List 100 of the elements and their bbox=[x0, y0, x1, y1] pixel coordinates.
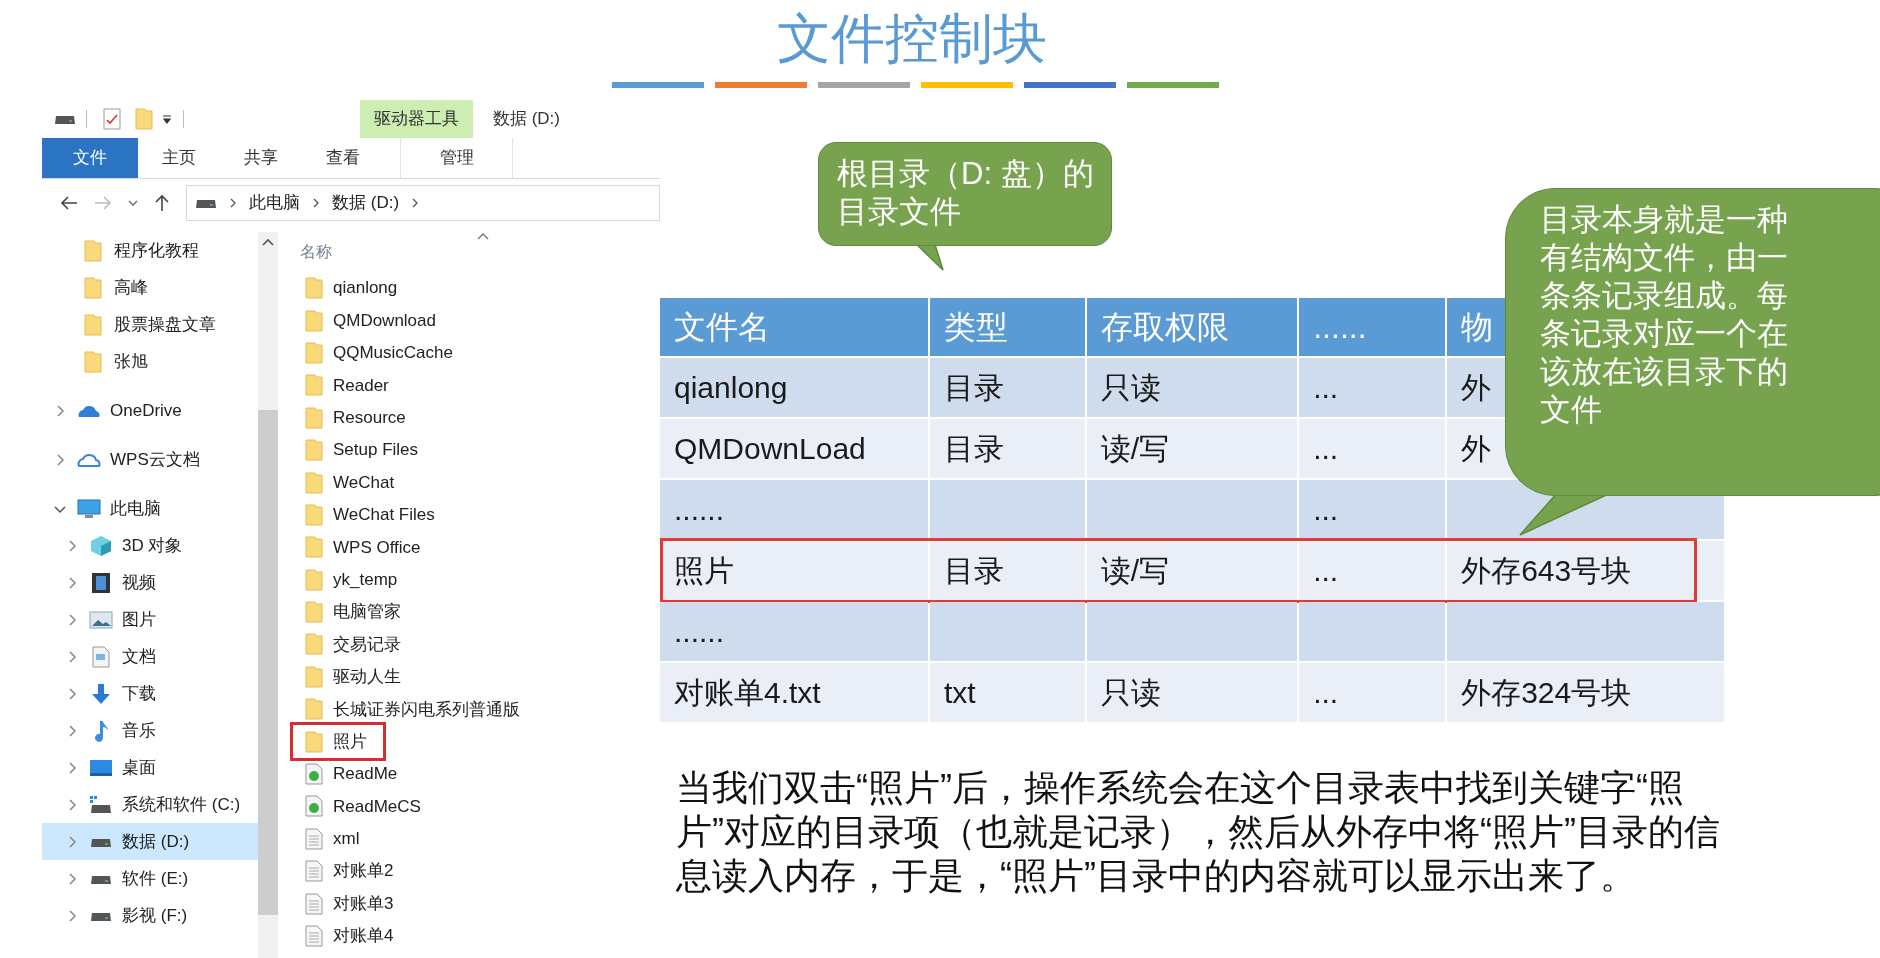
file-item[interactable]: QMDownload bbox=[300, 304, 660, 337]
file-item[interactable]: WeChat Files bbox=[300, 498, 660, 532]
ribbon-tab[interactable]: 主页 bbox=[138, 138, 220, 178]
nav-item[interactable]: 影视 (F:) bbox=[42, 897, 258, 934]
checklist-icon[interactable] bbox=[103, 108, 121, 130]
chevron-right-icon[interactable] bbox=[54, 453, 66, 466]
folder-icon bbox=[305, 341, 323, 364]
monitor-icon bbox=[77, 498, 101, 519]
nav-label: 高峰 bbox=[114, 276, 148, 299]
file-item[interactable]: ReadMe bbox=[300, 757, 660, 791]
chevron-right-icon[interactable] bbox=[66, 539, 78, 552]
folder-icon bbox=[135, 108, 153, 130]
folder-icon bbox=[305, 471, 323, 494]
file-item[interactable]: qianlong bbox=[300, 272, 660, 305]
file-item[interactable]: 对账单2 bbox=[300, 855, 660, 888]
breadcrumb[interactable]: 数据 (D:) bbox=[332, 190, 400, 216]
music-note-icon bbox=[92, 719, 110, 742]
file-item[interactable]: 长城证券闪电系列普通版 bbox=[300, 693, 660, 726]
file-item[interactable]: Setup Files bbox=[300, 433, 660, 467]
file-item[interactable]: 对账单4 bbox=[300, 919, 660, 953]
chevron-right-icon[interactable] bbox=[66, 798, 78, 811]
file-name: ReadMe bbox=[333, 763, 398, 786]
nav-item[interactable]: OneDrive bbox=[42, 392, 258, 429]
up-arrow-icon[interactable] bbox=[154, 194, 170, 212]
nav-item[interactable]: 张旭 bbox=[42, 343, 258, 380]
table-header-cell: 文件名 bbox=[660, 298, 928, 356]
nav-item[interactable]: 3D 对象 bbox=[42, 527, 258, 564]
nav-label: 影视 (F:) bbox=[122, 904, 188, 927]
chevron-right-icon[interactable] bbox=[66, 761, 78, 774]
chevron-down-icon[interactable] bbox=[128, 199, 138, 207]
file-item[interactable]: Reader bbox=[300, 369, 660, 402]
scrollbar-thumb[interactable] bbox=[258, 410, 278, 915]
ribbon-tab[interactable]: 共享 bbox=[220, 138, 302, 178]
nav-item[interactable]: 系统和软件 (C:) bbox=[42, 786, 258, 823]
download-arrow-icon bbox=[91, 682, 111, 705]
chevron-right-icon[interactable] bbox=[66, 872, 78, 885]
nav-item[interactable]: 视频 bbox=[42, 564, 258, 601]
chevron-right-icon[interactable] bbox=[66, 687, 78, 700]
table-cell: 读/写 bbox=[1086, 419, 1298, 478]
table-cell: 外存324号块 bbox=[1447, 663, 1724, 722]
folder-icon bbox=[305, 309, 323, 332]
file-item[interactable]: 对账单3 bbox=[300, 887, 660, 920]
nav-label: 此电脑 bbox=[110, 497, 161, 520]
nav-item[interactable]: 数据 (D:) bbox=[42, 823, 258, 860]
nav-item[interactable]: 文档 bbox=[42, 638, 258, 675]
nav-item[interactable]: 桌面 bbox=[42, 749, 258, 786]
text-file-icon bbox=[305, 827, 323, 850]
chevron-right-icon[interactable] bbox=[66, 909, 78, 922]
nav-item[interactable]: 高峰 bbox=[42, 269, 258, 306]
folder-icon bbox=[305, 568, 323, 591]
table-cell: ...... bbox=[660, 602, 928, 661]
file-item[interactable]: WPS Office bbox=[300, 531, 660, 564]
breadcrumb[interactable]: 此电脑 bbox=[249, 190, 300, 216]
ribbon-tab[interactable]: 查看 bbox=[302, 138, 384, 178]
ribbon-tab[interactable]: 管理 bbox=[400, 138, 513, 178]
file-item[interactable]: 照片 bbox=[293, 725, 383, 758]
dropdown-icon[interactable] bbox=[161, 113, 173, 125]
nav-item[interactable]: WPS云文档 bbox=[42, 441, 258, 478]
chevron-right-icon[interactable] bbox=[66, 650, 78, 663]
file-name: 对账单2 bbox=[333, 860, 394, 883]
column-header[interactable]: 名称 bbox=[300, 240, 332, 264]
nav-item[interactable]: 音乐 bbox=[42, 712, 258, 749]
nav-item[interactable]: 此电脑 bbox=[42, 490, 258, 527]
chevron-right-icon[interactable] bbox=[411, 198, 420, 208]
chevron-right-icon[interactable] bbox=[54, 404, 66, 417]
nav-label: 程序化教程 bbox=[114, 239, 199, 262]
nav-label: 软件 (E:) bbox=[122, 867, 189, 890]
file-item[interactable]: 电脑管家 bbox=[300, 595, 660, 629]
chevron-right-icon[interactable] bbox=[229, 198, 237, 208]
nav-item[interactable]: 图片 bbox=[42, 601, 258, 638]
file-name: xml bbox=[333, 828, 360, 851]
nav-label: OneDrive bbox=[110, 399, 182, 422]
forward-arrow-icon[interactable] bbox=[94, 195, 112, 211]
file-item[interactable]: WeChat bbox=[300, 466, 660, 499]
file-item[interactable]: 驱动人生 bbox=[300, 660, 660, 694]
back-arrow-icon[interactable] bbox=[60, 195, 78, 211]
file-item[interactable]: xml bbox=[300, 822, 660, 856]
chevron-right-icon[interactable] bbox=[66, 724, 78, 737]
chevron-right-icon[interactable] bbox=[66, 576, 78, 589]
address-bar[interactable]: 此电脑 数据 (D:) bbox=[186, 185, 660, 221]
web-file-icon bbox=[305, 763, 323, 786]
file-item[interactable]: Resource bbox=[300, 401, 660, 434]
nav-item[interactable]: 程序化教程 bbox=[42, 232, 258, 269]
nav-item[interactable]: 股票操盘文章 bbox=[42, 306, 258, 343]
table-cell: QMDownLoad bbox=[660, 419, 928, 478]
nav-item[interactable]: 软件 (E:) bbox=[42, 860, 258, 897]
file-item[interactable]: QQMusicCache bbox=[300, 336, 660, 370]
chevron-right-icon[interactable] bbox=[312, 198, 320, 208]
file-name: Resource bbox=[333, 407, 406, 429]
chevron-right-icon[interactable] bbox=[66, 613, 78, 626]
ribbon-tab[interactable]: 文件 bbox=[42, 138, 138, 178]
file-item[interactable]: ReadMeCS bbox=[300, 790, 660, 823]
file-name: WeChat bbox=[333, 471, 395, 494]
table-header-cell: ...... bbox=[1299, 298, 1446, 356]
scroll-up-icon[interactable] bbox=[262, 238, 274, 248]
sort-caret-icon[interactable] bbox=[477, 232, 489, 240]
nav-item[interactable]: 下载 bbox=[42, 675, 258, 712]
file-item[interactable]: 交易记录 bbox=[300, 628, 660, 661]
file-item[interactable]: yk_temp bbox=[300, 563, 660, 596]
nav-label: 张旭 bbox=[114, 350, 148, 373]
